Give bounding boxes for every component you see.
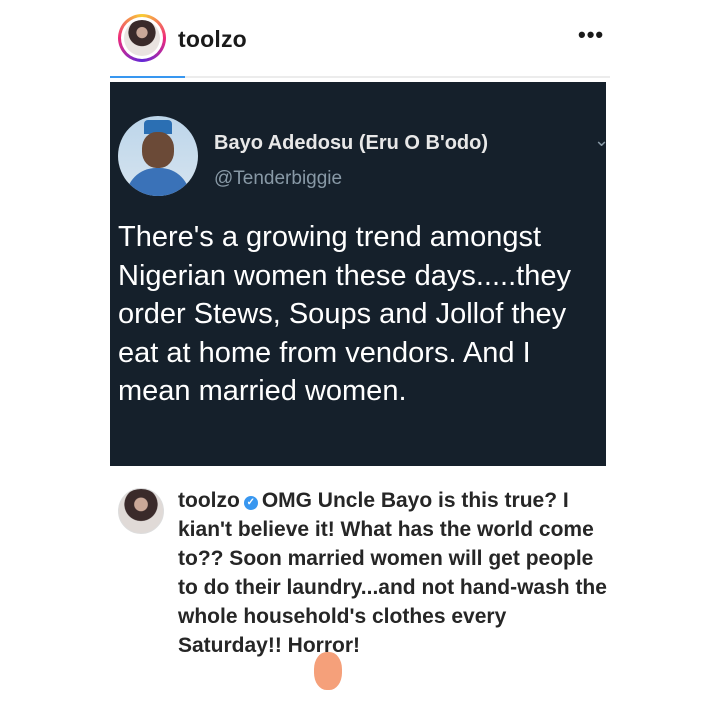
- profile-avatar[interactable]: [118, 14, 166, 62]
- more-options-icon[interactable]: •••: [578, 22, 604, 48]
- tweet-display-name: Bayo Adedosu (Eru O B'odo): [214, 132, 489, 154]
- emoji-sticker: [314, 652, 342, 690]
- caption-avatar[interactable]: [118, 488, 164, 534]
- caption-text: OMG Uncle Bayo is this true? I kian't be…: [178, 489, 607, 657]
- tweet-avatar: [118, 116, 198, 196]
- story-progress-bar: [110, 76, 610, 78]
- post-header: toolzo •••: [0, 0, 720, 80]
- caption-username[interactable]: toolzo: [178, 489, 240, 512]
- avatar-image: [124, 20, 160, 56]
- caption-body: toolzo ✓ OMG Uncle Bayo is this true? I ki…: [178, 486, 608, 660]
- tweet-screenshot: Bayo Adedosu (Eru O B'odo) @Tenderbiggie…: [110, 82, 610, 466]
- verified-badge-icon: ✓: [243, 496, 258, 510]
- post-username[interactable]: toolzo: [178, 26, 247, 53]
- tweet-text: There's a growing trend amongst Nigerian…: [118, 221, 571, 407]
- tweet-handle: @Tenderbiggie: [214, 168, 343, 189]
- chevron-down-icon: ⌄: [594, 130, 610, 150]
